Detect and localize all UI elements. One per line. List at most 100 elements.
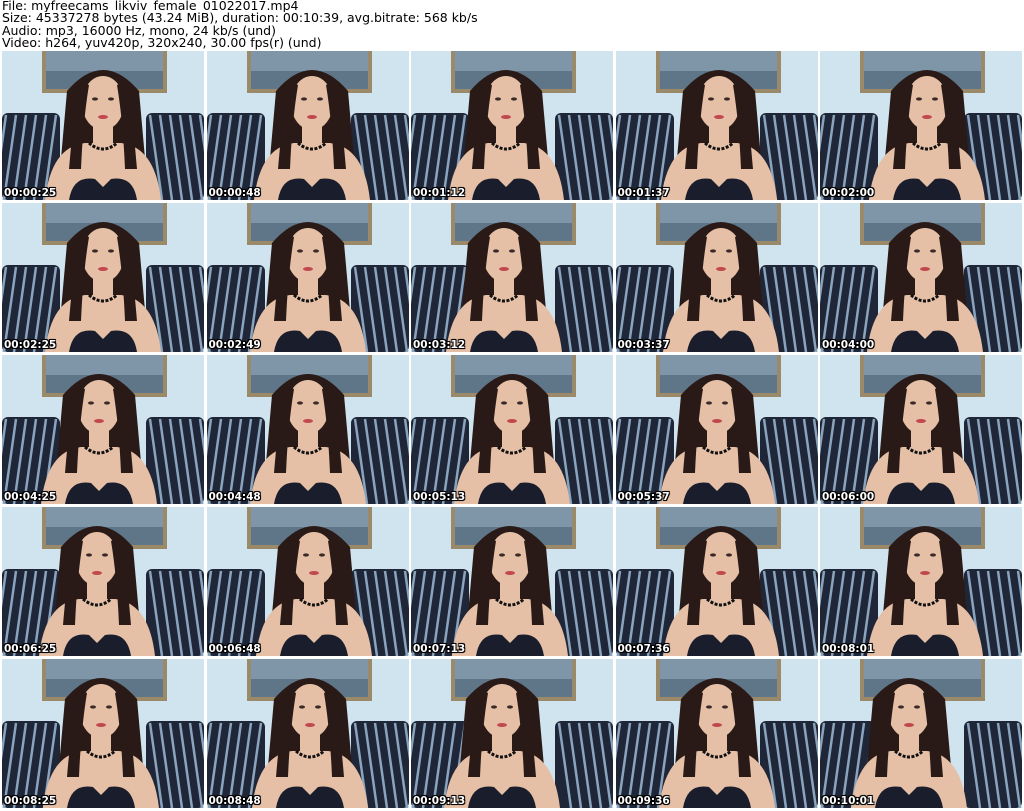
video-thumbnail: 00:03:12 <box>411 203 613 352</box>
video-thumbnail: 00:06:25 <box>2 507 204 656</box>
right-eye <box>723 97 730 101</box>
face <box>900 380 942 434</box>
left-eye <box>92 97 98 101</box>
lips <box>916 419 926 423</box>
video-thumbnail: 00:04:00 <box>820 203 1022 352</box>
right-eye <box>314 705 321 709</box>
file-name-line: File: myfreecams_likviv_female_01022017.… <box>2 0 299 13</box>
thumbnail-frame-image <box>206 507 409 656</box>
face <box>695 380 738 434</box>
face <box>904 228 946 282</box>
face <box>78 380 120 434</box>
video-thumbnail: 00:05:13 <box>411 355 613 504</box>
lips <box>308 571 319 575</box>
thumbnail-frame-image <box>615 507 818 656</box>
lips <box>98 267 108 271</box>
thumbnail-timestamp: 00:03:12 <box>413 339 466 351</box>
face <box>699 228 742 282</box>
left-eye <box>298 705 305 709</box>
lips <box>715 267 726 271</box>
video-thumbnail: 00:09:13 <box>411 659 613 808</box>
thumbnail-timestamp: 00:03:37 <box>617 339 670 351</box>
face <box>485 76 527 130</box>
left-eye <box>914 553 920 557</box>
right-eye <box>509 249 515 253</box>
thumbnail-timestamp: 00:02:49 <box>208 339 261 351</box>
lips <box>507 419 517 423</box>
left-eye <box>707 97 714 101</box>
video-thumbnail: 00:10:01 <box>820 659 1022 808</box>
right-eye <box>104 401 110 405</box>
face <box>904 532 946 586</box>
video-thumbnail: 00:00:48 <box>206 51 409 200</box>
lips <box>920 571 930 575</box>
face <box>481 684 523 738</box>
face <box>286 228 329 282</box>
thumbnail-timestamp: 00:02:25 <box>4 339 57 351</box>
video-thumbnail: 00:01:37 <box>615 51 818 200</box>
face <box>483 228 525 282</box>
left-eye <box>910 401 916 405</box>
left-eye <box>916 97 922 101</box>
lips <box>96 723 106 727</box>
thumbnail-timestamp: 00:04:00 <box>822 339 875 351</box>
thumbnail-timestamp: 00:08:25 <box>4 795 57 807</box>
face <box>489 532 531 586</box>
video-thumbnail: 00:01:12 <box>411 51 613 200</box>
thumbnail-grid: 00:00:25 00:00:48 00:01:12 00:01:37 00:02:00… <box>2 51 1022 809</box>
thumbnail-frame-image <box>615 203 818 352</box>
lips <box>505 571 515 575</box>
face <box>888 684 930 738</box>
right-cushion <box>555 113 613 200</box>
thumbnail-timestamp: 00:04:48 <box>208 491 261 503</box>
thumbnail-timestamp: 00:05:13 <box>413 491 466 503</box>
audio-info-line: Audio: mp3, 16000 Hz, mono, 24 kb/s (und… <box>2 24 276 38</box>
right-eye <box>102 553 108 557</box>
thumbnail-frame-image <box>411 203 613 352</box>
thumbnail-timestamp: 00:10:01 <box>822 795 875 807</box>
right-eye <box>517 401 523 405</box>
lips <box>711 419 722 423</box>
thumbnail-frame-image <box>615 355 818 504</box>
right-eye <box>721 401 728 405</box>
face <box>80 684 122 738</box>
thumbnail-frame-image <box>2 355 204 504</box>
thumbnail-frame-image <box>820 355 1022 504</box>
left-eye <box>88 401 94 405</box>
right-eye <box>511 97 517 101</box>
thumbnail-frame-image <box>2 203 204 352</box>
video-thumbnail: 00:05:37 <box>615 355 818 504</box>
video-thumbnail: 00:07:13 <box>411 507 613 656</box>
left-eye <box>495 97 501 101</box>
thumbnail-timestamp: 00:01:12 <box>413 187 466 199</box>
left-eye <box>296 401 303 405</box>
right-eye <box>106 705 112 709</box>
lips <box>92 571 102 575</box>
thumbnail-frame-image <box>411 355 613 504</box>
thumbnail-timestamp: 00:08:48 <box>208 795 261 807</box>
lips <box>715 571 726 575</box>
right-cushion <box>146 569 204 656</box>
video-thumbnail: 00:09:36 <box>615 659 818 808</box>
thumbnail-frame-image <box>411 659 613 808</box>
left-eye <box>709 249 716 253</box>
thumbnail-timestamp: 00:07:36 <box>617 643 670 655</box>
left-eye <box>501 401 507 405</box>
thumbnail-frame-image <box>2 51 204 200</box>
lips <box>499 267 509 271</box>
thumbnail-frame-image <box>206 659 409 808</box>
left-eye <box>302 553 309 557</box>
left-eye <box>92 249 98 253</box>
thumbnail-timestamp: 00:06:25 <box>4 643 57 655</box>
thumbnail-frame-image <box>411 51 613 200</box>
lips <box>98 115 108 119</box>
video-thumbnail: 00:08:48 <box>206 659 409 808</box>
left-eye <box>493 249 499 253</box>
right-eye <box>507 705 513 709</box>
video-thumbnail: 00:04:25 <box>2 355 204 504</box>
thumbnail-frame-image <box>206 203 409 352</box>
left-eye <box>296 249 303 253</box>
thumbnail-timestamp: 00:07:13 <box>413 643 466 655</box>
thumbnail-timestamp: 00:04:25 <box>4 491 57 503</box>
lips <box>904 723 914 727</box>
